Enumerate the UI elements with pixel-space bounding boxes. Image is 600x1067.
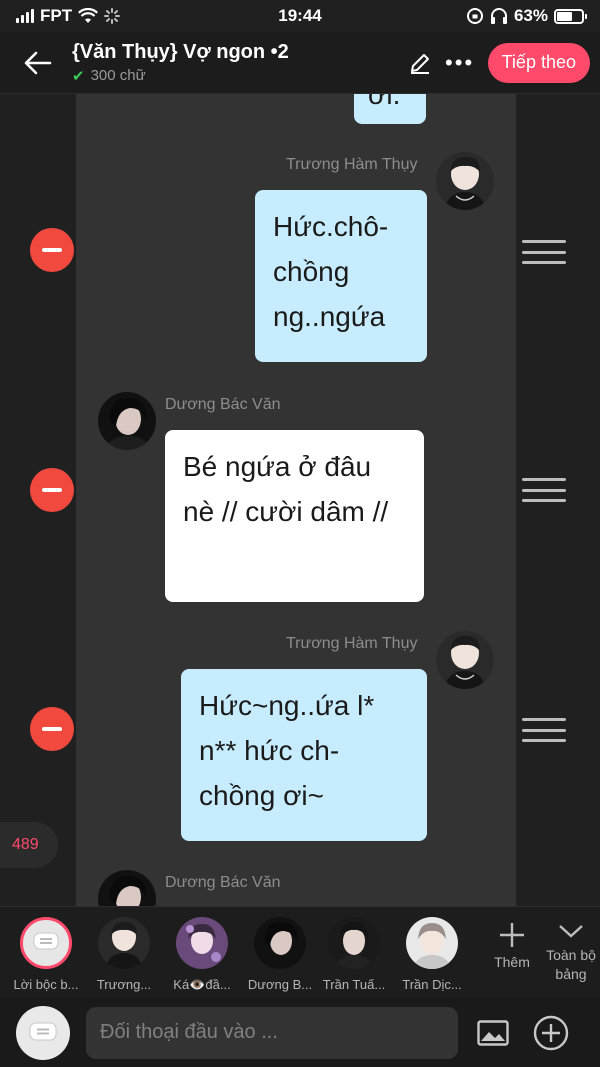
avatar bbox=[406, 917, 458, 969]
loading-icon bbox=[104, 8, 121, 24]
status-right: 63% bbox=[384, 6, 587, 26]
speaker-name: Dương Bác Văn bbox=[165, 874, 281, 891]
character-strip[interactable]: Lời bộc b... Trương... Ká👁️đầ... Dương B… bbox=[0, 906, 600, 998]
check-icon: ✔ bbox=[72, 67, 85, 85]
character-label: Trương... bbox=[96, 977, 152, 992]
message-bubble[interactable]: ơi. bbox=[354, 94, 426, 124]
character-item[interactable]: Trần Dịc... bbox=[392, 917, 472, 992]
all-characters-label: Toàn bộ bảng bbox=[546, 947, 596, 982]
avatar[interactable] bbox=[98, 392, 156, 450]
character-item[interactable]: Trương... bbox=[84, 917, 164, 992]
more-dots-icon: ••• bbox=[445, 49, 475, 75]
character-narrator[interactable]: Lời bộc b... bbox=[6, 917, 86, 992]
carrier-label: FPT bbox=[40, 6, 73, 25]
speaker-name: Trương Hàm Thụy bbox=[286, 635, 418, 652]
character-item[interactable]: Dương B... bbox=[240, 917, 320, 992]
headphones-icon bbox=[490, 8, 507, 24]
speaker-name: Dương Bác Văn bbox=[165, 396, 281, 413]
message-text: Hức~ng..ứa l* n** hức ch-chồng ơi~ bbox=[199, 690, 375, 811]
delete-message-button[interactable] bbox=[30, 228, 74, 272]
character-item[interactable]: Ká👁️đầ... bbox=[162, 917, 242, 993]
avatar[interactable] bbox=[436, 152, 494, 210]
avatar bbox=[328, 917, 380, 969]
more-options-button[interactable]: ••• bbox=[440, 43, 480, 83]
input-bar bbox=[0, 998, 600, 1067]
character-label: Trần Tuấ... bbox=[322, 977, 386, 992]
signal-icon bbox=[16, 9, 34, 23]
avatar bbox=[98, 917, 150, 969]
pencil-icon bbox=[410, 53, 429, 74]
clock: 19:44 bbox=[278, 6, 322, 25]
word-count-badge[interactable]: 489 bbox=[0, 822, 58, 868]
orientation-lock-icon bbox=[466, 8, 483, 24]
message-bubble[interactable]: Hức~ng..ứa l* n** hức ch-chồng ơi~ bbox=[181, 669, 427, 841]
message-text: Hức.chô-chồng ng..ngứa bbox=[273, 211, 389, 332]
editor-header: {Văn Thụy} Vợ ngon •2 ✔ 300 chữ ••• Tiếp… bbox=[0, 32, 600, 94]
word-count-label: 300 chữ bbox=[90, 67, 146, 84]
message-text: ơi. bbox=[368, 94, 401, 110]
drag-handle[interactable] bbox=[522, 718, 566, 742]
drag-handle[interactable] bbox=[522, 240, 566, 264]
status-left: FPT bbox=[16, 6, 216, 26]
all-characters-button[interactable]: Toàn bộ bảng bbox=[542, 921, 600, 984]
character-label: Ká👁️đầ... bbox=[173, 977, 231, 992]
character-label: Dương B... bbox=[247, 977, 313, 992]
plus-icon bbox=[500, 923, 524, 947]
message-text: Bé ngứa ở đâu nè // cười dâm // bbox=[183, 451, 389, 527]
battery-icon bbox=[554, 8, 587, 24]
speaker-name: Trương Hàm Thụy bbox=[286, 156, 418, 173]
arrow-left-icon bbox=[24, 51, 52, 74]
chevron-down-icon bbox=[559, 925, 583, 938]
avatar bbox=[176, 917, 228, 969]
add-button[interactable] bbox=[528, 1010, 574, 1056]
plus-circle-icon bbox=[533, 1015, 569, 1050]
battery-level bbox=[557, 11, 573, 21]
status-bar: FPT 19:44 63% bbox=[0, 0, 600, 32]
battery-percent: 63% bbox=[513, 6, 548, 25]
add-character-label: Thêm bbox=[494, 954, 530, 970]
speech-bubble-icon bbox=[29, 1022, 57, 1040]
narrator-avatar bbox=[20, 917, 72, 969]
image-icon bbox=[477, 1019, 509, 1046]
wifi-icon bbox=[78, 8, 99, 23]
message-bubble[interactable]: Hức.chô-chồng ng..ngứa bbox=[255, 190, 427, 362]
character-item[interactable]: Trần Tuấ... bbox=[314, 917, 394, 992]
story-titles: {Văn Thụy} Vợ ngon •2 ✔ 300 chữ bbox=[72, 41, 400, 85]
speech-bubble-icon bbox=[33, 932, 59, 950]
delete-message-button[interactable] bbox=[30, 468, 74, 512]
delete-message-button[interactable] bbox=[30, 707, 74, 751]
add-character-button[interactable]: Thêm bbox=[488, 921, 536, 970]
avatar[interactable] bbox=[436, 631, 494, 689]
image-button[interactable] bbox=[470, 1010, 516, 1056]
drag-handle[interactable] bbox=[522, 478, 566, 502]
edit-button[interactable] bbox=[400, 43, 440, 83]
chat-area[interactable]: ơi. Trương Hàm Thụy Hức.chô-chồng ng..ng… bbox=[0, 94, 600, 906]
avatar bbox=[254, 917, 306, 969]
next-button[interactable]: Tiếp theo bbox=[487, 42, 590, 83]
word-count-status: ✔ 300 chữ bbox=[72, 67, 400, 85]
dialogue-input[interactable] bbox=[86, 1006, 458, 1059]
story-title: {Văn Thụy} Vợ ngon •2 bbox=[72, 40, 289, 63]
character-label: Lời bộc b... bbox=[13, 977, 79, 992]
back-button[interactable] bbox=[18, 43, 58, 83]
character-label: Trần Dịc... bbox=[402, 977, 462, 992]
message-bubble[interactable]: Bé ngứa ở đâu nè // cười dâm // bbox=[165, 430, 424, 602]
narrator-toggle-button[interactable] bbox=[16, 1005, 70, 1060]
